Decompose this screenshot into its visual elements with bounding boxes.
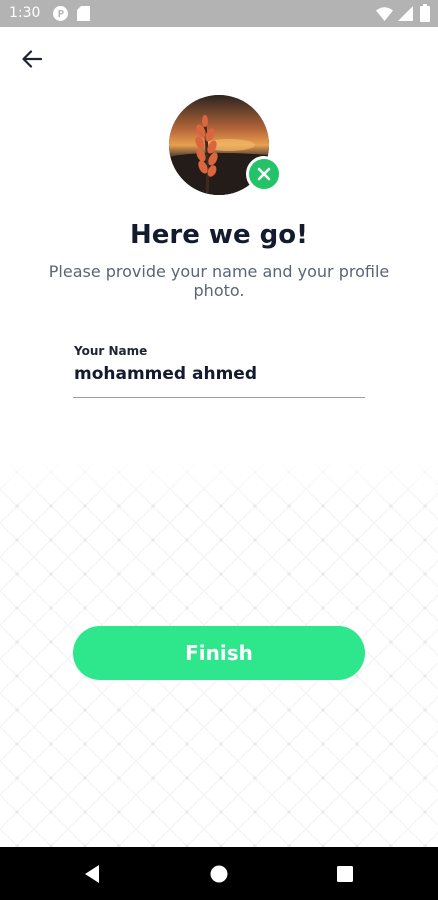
status-bar: 1:30 <box>0 0 438 27</box>
name-underline <box>73 397 365 398</box>
name-label: Your Name <box>74 344 148 358</box>
navigation-bar <box>0 847 438 900</box>
remove-photo-button[interactable] <box>246 156 282 192</box>
sd-card-icon <box>77 6 90 21</box>
page-subtitle: Please provide your name and your profil… <box>48 262 390 300</box>
nav-home-button[interactable] <box>205 860 233 888</box>
nav-recents-button[interactable] <box>331 860 359 888</box>
p-icon <box>53 6 68 21</box>
name-field: Your Name <box>73 340 366 400</box>
close-icon <box>257 167 271 181</box>
page-title: Here we go! <box>130 220 308 250</box>
name-input[interactable] <box>73 361 366 387</box>
signal-icon <box>398 6 413 21</box>
recents-square-icon <box>337 866 353 882</box>
back-triangle-icon <box>85 865 99 883</box>
wifi-icon <box>376 6 393 21</box>
home-circle-icon <box>210 865 228 883</box>
arrow-left-icon <box>22 50 42 68</box>
status-time: 1:30 <box>9 5 41 21</box>
battery-icon <box>420 4 430 22</box>
finish-button[interactable]: Finish <box>73 626 365 680</box>
back-button[interactable] <box>17 44 47 74</box>
nav-back-button[interactable] <box>78 860 106 888</box>
